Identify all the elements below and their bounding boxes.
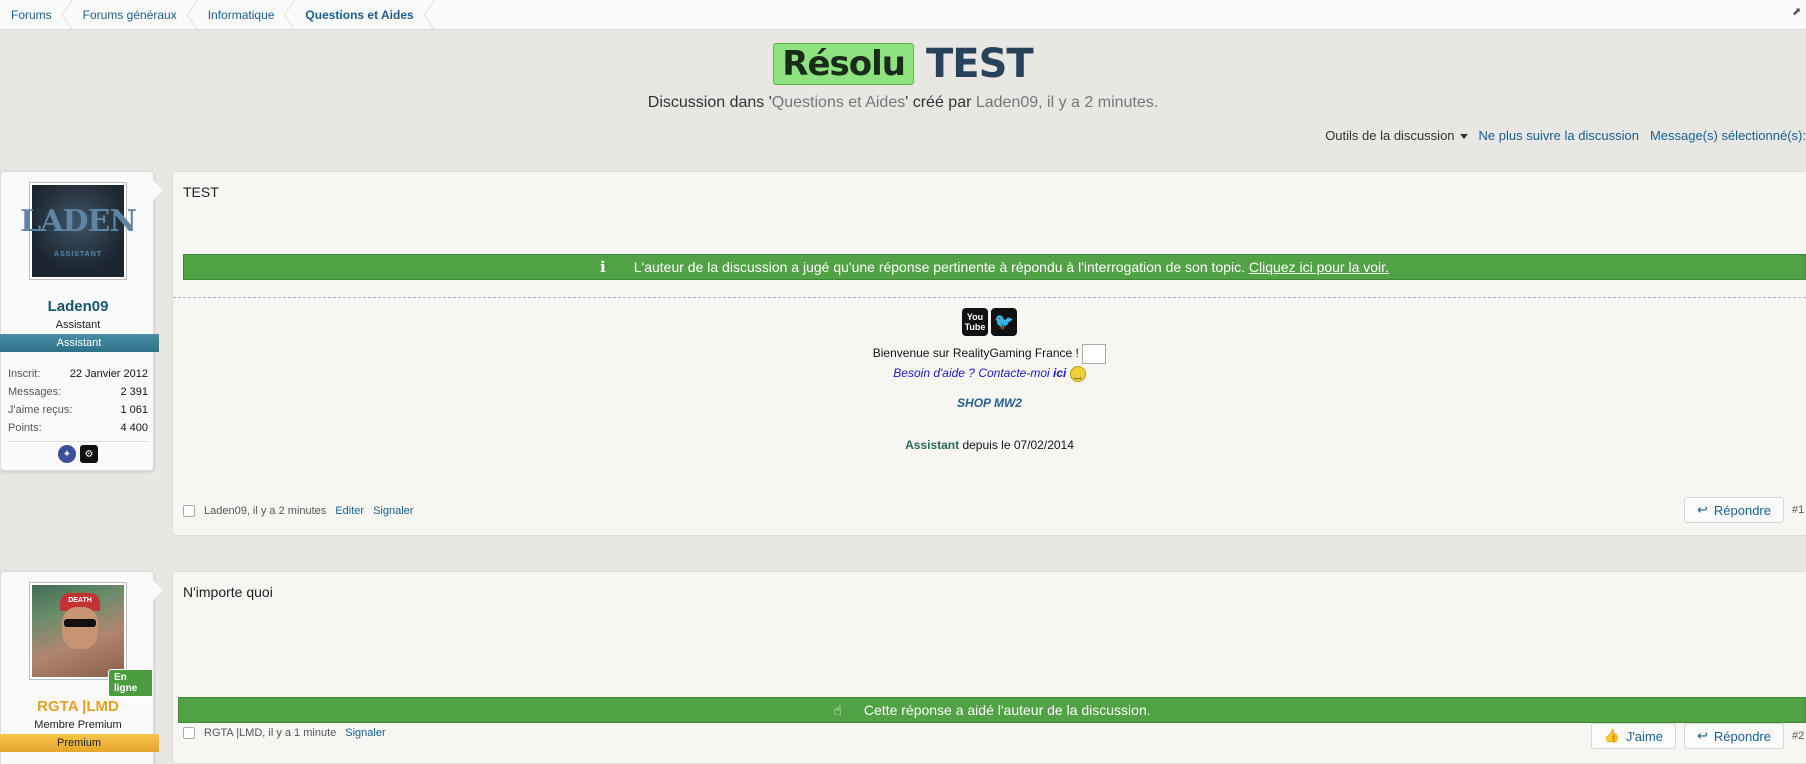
signature-since: depuis le 07/02/2014 — [959, 438, 1074, 452]
caret-down-icon — [1459, 134, 1468, 140]
helped-author-notice: ☝ Cette réponse a aidé l'auteur de la di… — [178, 697, 1806, 723]
thread-header: Résolu TEST Discussion dans 'Questions e… — [0, 42, 1806, 112]
message-author-date[interactable]: Laden09, il y a 2 minutes — [204, 505, 326, 517]
author-link[interactable]: Laden09 — [976, 94, 1038, 111]
select-message-checkbox[interactable] — [183, 727, 195, 739]
signature-help: Besoin d'aide ? Contacte-moi — [893, 366, 1054, 381]
breadcrumb: Forums Forums généraux Informatique Ques… — [0, 0, 1806, 30]
forum-link[interactable]: Questions et Aides — [772, 94, 905, 111]
stat-joined: Inscrit: 22 Janvier 2012 — [8, 368, 148, 380]
stat-messages: Messages: 2 391 — [8, 386, 148, 398]
selected-messages-link[interactable]: Message(s) sélectionné(s): — [1650, 128, 1806, 143]
unwatch-thread-link[interactable]: Ne plus suivre la discussion — [1479, 128, 1639, 143]
message-text: N'importe quoi — [183, 584, 273, 600]
like-button[interactable]: 👍 J'aime — [1590, 723, 1676, 749]
breadcrumb-questions-et-aides[interactable]: Questions et Aides — [294, 0, 434, 30]
username-link[interactable]: RGTA |LMD — [1, 698, 155, 715]
smiley-icon: ‿ — [1069, 366, 1086, 382]
user-banner-assistant: Assistant — [0, 334, 159, 352]
user-badges: ✦ ⚙ — [1, 445, 155, 463]
signature-welcome: Bienvenue sur RealityGaming France ! — [872, 346, 1079, 361]
user-info-block: LADEN ASSISTANT Laden09 Assistant Assist… — [0, 171, 163, 471]
report-link[interactable]: Signaler — [345, 727, 385, 739]
user-title: Assistant — [55, 319, 101, 331]
message-meta: Laden09, il y a 2 minutes Editer Signale… — [183, 505, 413, 517]
breadcrumb-forums[interactable]: Forums — [0, 0, 72, 30]
shop-link[interactable]: SHOP MW2 — [173, 396, 1806, 410]
edit-link[interactable]: Editer — [335, 505, 364, 517]
message-meta: RGTA |LMD, il y a 1 minute Signaler — [183, 727, 386, 739]
thread-description: Discussion dans 'Questions et Aides' cré… — [647, 94, 1159, 111]
signature: You Tube 🐦 Bienvenue sur RealityGaming F… — [173, 308, 1806, 452]
best-answer-notice: i L'auteur de la discussion a jugé qu'un… — [183, 254, 1806, 280]
youtube-icon[interactable]: You Tube — [962, 308, 988, 336]
message-actions: ↩ Répondre #1 — [1683, 497, 1806, 523]
breadcrumb-forums-generaux[interactable]: Forums généraux — [72, 0, 197, 30]
reply-icon: ↩ — [1696, 728, 1708, 743]
message-content: N'importe quoi RGTA |LMD, il y a 1 minut… — [172, 571, 1806, 764]
username-link[interactable]: Laden09 — [1, 298, 155, 315]
message-content: TEST i L'auteur de la discussion a jugé … — [172, 171, 1806, 536]
user-title: Membre Premium — [34, 719, 122, 731]
online-status-badge: En ligne — [108, 669, 153, 697]
post-number[interactable]: #1 — [1792, 504, 1806, 516]
avatar[interactable]: LADEN ASSISTANT — [20, 182, 137, 280]
page-title: TEST — [926, 41, 1034, 87]
view-best-answer-link[interactable]: Cliquez ici pour la voir. — [1249, 259, 1389, 275]
thumbs-up-icon: 👍 — [1603, 728, 1620, 743]
thread-tools-dropdown[interactable]: Outils de la discussion — [1325, 128, 1468, 143]
hand-pointer-icon: ☝ — [833, 701, 842, 718]
reply-button[interactable]: ↩ Répondre — [1683, 723, 1784, 749]
user-info-block: DEATH En ligne RGTA |LMD Membre Premium … — [0, 571, 163, 764]
stat-points: Points: 4 400 — [8, 422, 148, 434]
post-number[interactable]: #2 — [1792, 730, 1806, 742]
qr-code-icon — [1082, 344, 1107, 364]
report-link[interactable]: Signaler — [373, 505, 413, 517]
stat-likes: J'aime reçus: 1 061 — [8, 404, 148, 416]
message-text: TEST — [183, 184, 219, 200]
breadcrumb-informatique[interactable]: Informatique — [197, 0, 295, 30]
contact-link[interactable]: ici — [1053, 366, 1066, 380]
thread-tools: Outils de la discussion Ne plus suivre l… — [1325, 128, 1806, 143]
resolved-prefix-badge: Résolu — [773, 43, 914, 85]
user-banner-premium: Premium — [0, 734, 159, 752]
message-post-1: LADEN ASSISTANT Laden09 Assistant Assist… — [0, 171, 1806, 536]
message-post-2: DEATH En ligne RGTA |LMD Membre Premium … — [0, 571, 1806, 764]
message-author-date[interactable]: RGTA |LMD, il y a 1 minute — [204, 727, 336, 739]
avatar[interactable]: DEATH — [29, 582, 127, 680]
steam-icon[interactable]: ⚙ — [80, 445, 98, 463]
signature-role: Assistant — [905, 438, 960, 452]
signature-divider — [173, 297, 1806, 298]
user-extra-info: Inscrit: 22 Janvier 2012 Messages: 2 391 J… — [8, 365, 148, 442]
psn-icon[interactable]: ✦ — [58, 445, 76, 463]
external-link-icon[interactable]: ⬈ — [1792, 7, 1802, 18]
reply-icon: ↩ — [1696, 502, 1708, 517]
reply-button[interactable]: ↩ Répondre — [1683, 497, 1784, 523]
select-message-checkbox[interactable] — [183, 505, 195, 517]
twitter-icon[interactable]: 🐦 — [991, 308, 1017, 336]
message-actions: 👍 J'aime ↩ Répondre #2 — [1590, 723, 1806, 749]
info-icon: i — [600, 258, 606, 276]
